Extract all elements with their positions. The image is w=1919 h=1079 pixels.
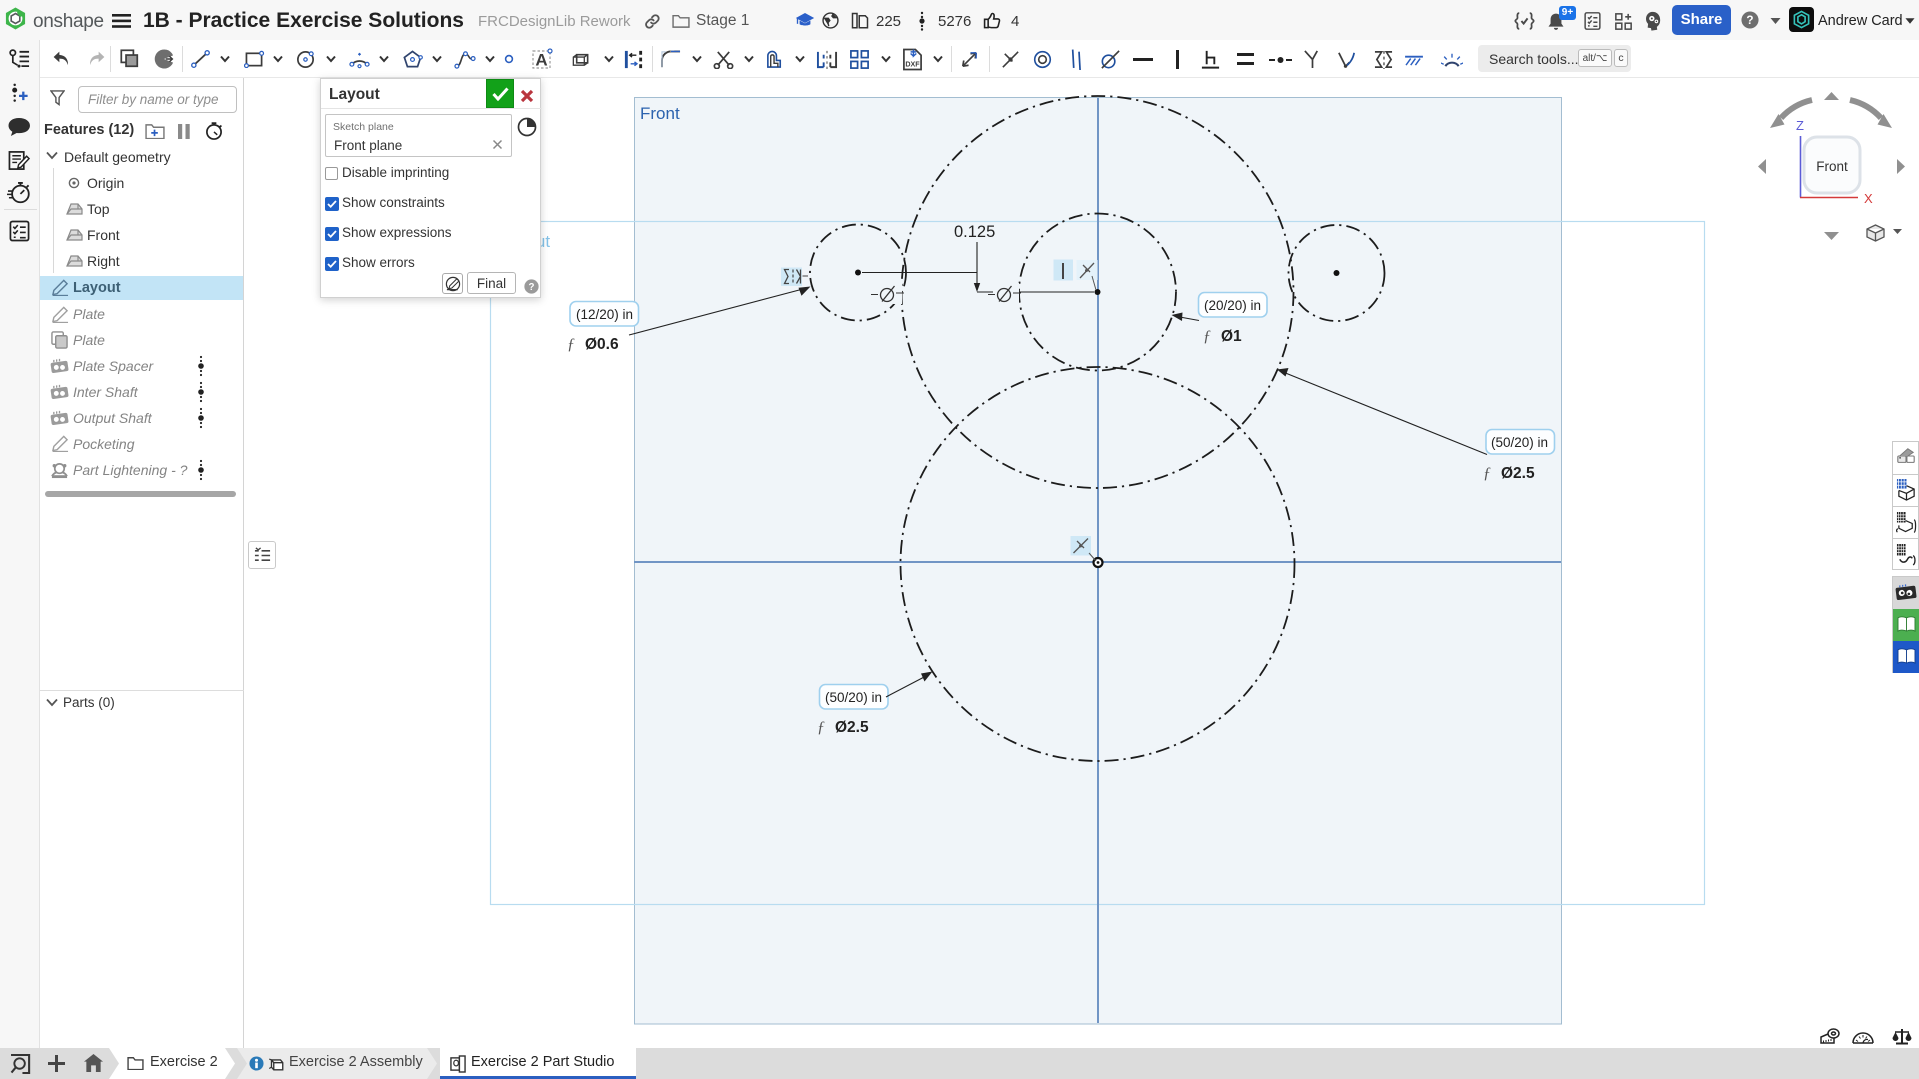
svg-text:Front: Front	[1816, 159, 1848, 174]
svg-text:A: A	[535, 51, 547, 70]
svg-text:Z: Z	[1796, 118, 1804, 133]
svg-text:Ø1: Ø1	[1221, 328, 1242, 345]
svg-text:ƒ: ƒ	[1203, 328, 1211, 345]
svg-text:Ø2.5: Ø2.5	[835, 719, 869, 736]
svg-text:(12/20) in: (12/20) in	[576, 307, 633, 322]
svg-text:Ø0.6: Ø0.6	[585, 336, 619, 353]
svg-text:?: ?	[529, 282, 535, 293]
svg-text:Ø2.5: Ø2.5	[1501, 465, 1535, 482]
svg-text:ƒ: ƒ	[817, 719, 825, 736]
svg-text:0.125: 0.125	[954, 223, 995, 241]
svg-text:ƒ: ƒ	[1483, 465, 1491, 482]
svg-text:X: X	[1864, 191, 1873, 206]
svg-text:(20/20) in: (20/20) in	[1204, 298, 1261, 313]
svg-text:(50/20) in: (50/20) in	[825, 690, 882, 705]
svg-text:ƒ: ƒ	[567, 336, 575, 353]
svg-text:DXF: DXF	[905, 61, 920, 69]
svg-text:(50/20) in: (50/20) in	[1491, 435, 1548, 450]
svg-text:Front: Front	[640, 104, 680, 123]
svg-text:?: ?	[1746, 14, 1753, 27]
